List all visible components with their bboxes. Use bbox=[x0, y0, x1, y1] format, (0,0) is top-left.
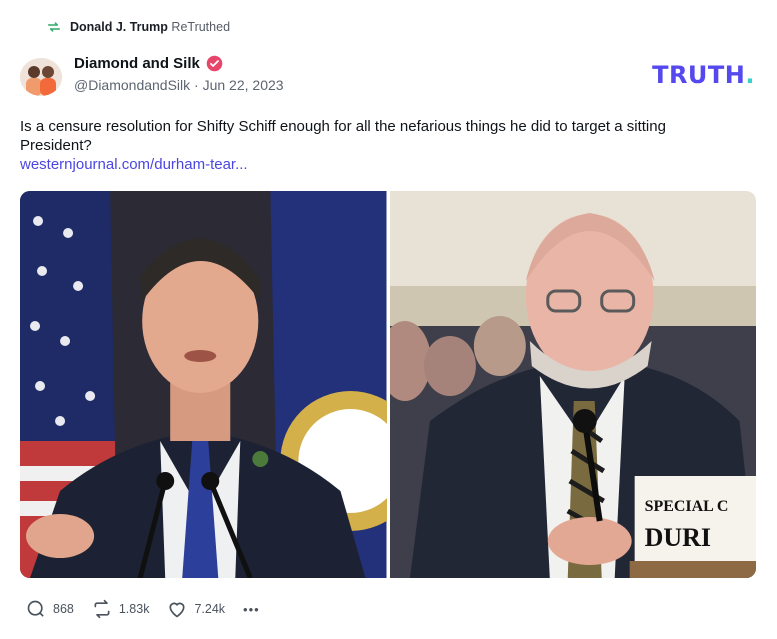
heart-icon bbox=[169, 602, 185, 618]
truth-logo-dot: . bbox=[745, 61, 755, 89]
like-button[interactable]: 7.24k bbox=[167, 599, 225, 619]
more-icon: ••• bbox=[243, 601, 260, 617]
retruth-button[interactable]: 1.83k bbox=[92, 599, 150, 619]
retruth-user[interactable]: Donald J. Trump bbox=[70, 20, 168, 34]
author-handle-date: @DiamondandSilk · Jun 22, 2023 bbox=[74, 77, 284, 93]
reply-icon bbox=[27, 600, 44, 617]
retruth-action-icon bbox=[94, 599, 110, 619]
truth-logo: TRUTH. bbox=[652, 61, 755, 89]
reply-button[interactable]: 868 bbox=[26, 599, 74, 619]
placard-line2: DURI bbox=[644, 523, 710, 552]
retruth-label: ReTruthed bbox=[171, 20, 231, 34]
retruth-banner: Donald J. Trump ReTruthed bbox=[46, 19, 230, 35]
placard-line1: SPECIAL C bbox=[644, 498, 728, 515]
truth-logo-text: TRUTH bbox=[652, 61, 746, 89]
retruth-count: 1.83k bbox=[118, 602, 150, 616]
post-actions: 868 1.83k 7.24k ••• bbox=[26, 599, 260, 619]
photo-man-at-podium[interactable] bbox=[20, 191, 387, 578]
avatar[interactable] bbox=[20, 58, 62, 96]
more-options-button[interactable]: ••• bbox=[243, 602, 260, 617]
post-text: Is a censure resolution for Shifty Schif… bbox=[20, 118, 666, 154]
author-block: Diamond and Silk @DiamondandSilk · Jun 2… bbox=[74, 55, 284, 93]
author-name[interactable]: Diamond and Silk bbox=[74, 55, 200, 72]
verified-badge-icon bbox=[206, 55, 223, 72]
reply-count: 868 bbox=[53, 602, 74, 616]
post-media[interactable]: SPECIAL C DURI bbox=[20, 191, 756, 578]
like-count: 7.24k bbox=[194, 602, 226, 616]
post-link[interactable]: westernjournal.com/durham-tear... bbox=[20, 156, 248, 173]
photo-man-at-hearing[interactable]: SPECIAL C DURI bbox=[389, 191, 757, 578]
retruth-icon bbox=[47, 22, 61, 32]
